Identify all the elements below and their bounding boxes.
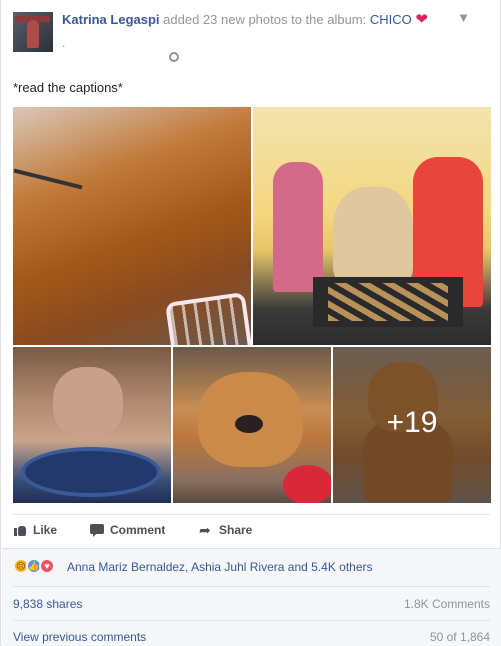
- share-button[interactable]: ➦ Share: [199, 523, 252, 537]
- post-header: Katrina Legaspi added 23 new photos to t…: [62, 12, 428, 28]
- share-label: Share: [219, 523, 253, 537]
- more-photos-count: +19: [386, 406, 438, 439]
- heart-icon: ❤: [415, 11, 428, 28]
- feed-post: Katrina Legaspi added 23 new photos to t…: [0, 0, 501, 646]
- like-button[interactable]: Like: [13, 523, 57, 537]
- author-avatar[interactable]: [13, 12, 53, 52]
- photo-1[interactable]: [13, 107, 251, 345]
- post-caption: *read the captions*: [13, 80, 123, 95]
- chevron-down-icon[interactable]: ▼: [457, 10, 470, 25]
- divider: [13, 586, 490, 587]
- photo-4[interactable]: [173, 347, 331, 503]
- comment-icon: [90, 523, 104, 537]
- love-reaction-icon: ♥: [39, 558, 55, 574]
- comment-button[interactable]: Comment: [90, 523, 165, 537]
- reaction-icons[interactable]: ☹ 👍 ♥: [13, 558, 55, 574]
- comment-label: Comment: [110, 523, 166, 537]
- comments-row: View previous comments 50 of 1,864: [13, 630, 490, 644]
- globe-icon: [169, 52, 179, 62]
- comments-count[interactable]: 1.8K Comments: [404, 597, 490, 611]
- post-timestamp[interactable]: .: [62, 36, 65, 50]
- photo-2[interactable]: [253, 107, 491, 345]
- comment-pagination: 50 of 1,864: [429, 630, 490, 644]
- view-previous-comments-link[interactable]: View previous comments: [13, 630, 146, 644]
- thumbs-up-icon: [13, 523, 27, 537]
- action-text: added 23 new photos to the album:: [163, 12, 367, 27]
- photo-5-more[interactable]: +19: [333, 347, 491, 503]
- reaction-names[interactable]: Anna Mariz Bernaldez, Ashia Juhl Rivera …: [67, 560, 373, 574]
- album-link[interactable]: CHICO: [370, 12, 412, 27]
- author-name[interactable]: Katrina Legaspi: [62, 12, 160, 27]
- divider: [13, 620, 490, 621]
- stats-row: 9,838 shares 1.8K Comments: [13, 597, 490, 611]
- shares-count[interactable]: 9,838 shares: [13, 597, 82, 611]
- like-label: Like: [33, 523, 58, 537]
- photo-3[interactable]: [13, 347, 171, 503]
- divider: [13, 514, 490, 515]
- share-arrow-icon: ➦: [199, 522, 211, 538]
